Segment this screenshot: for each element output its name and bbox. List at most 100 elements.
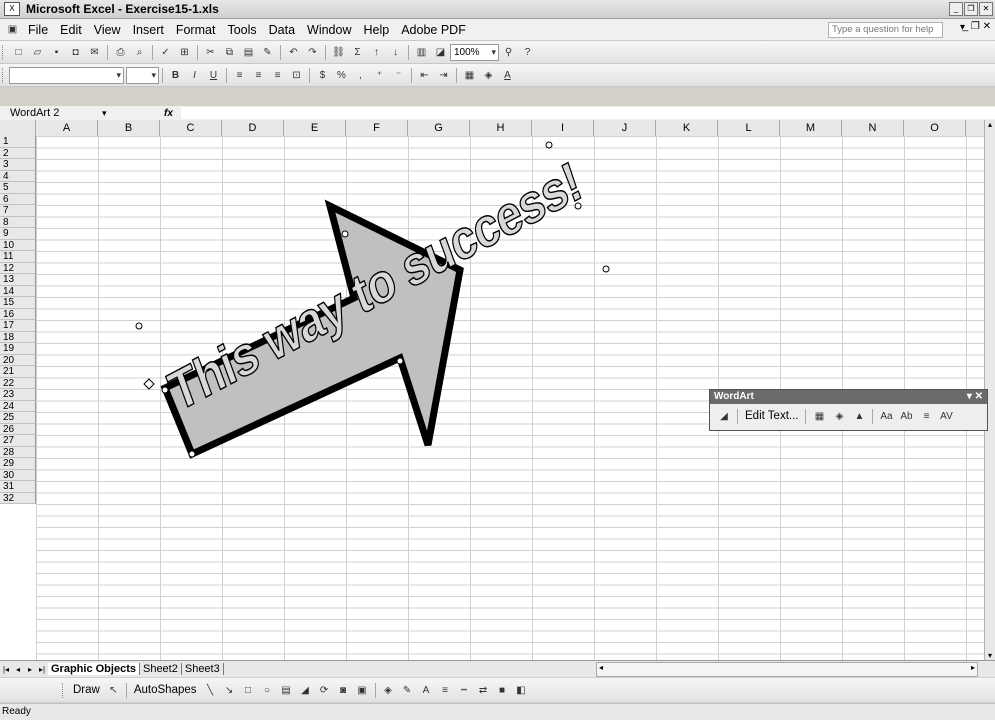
tab-sheet3[interactable]: Sheet3 xyxy=(182,663,224,675)
wordart-toolbar-title[interactable]: WordArt ▾ ✕ xyxy=(710,390,987,404)
arrow-style-icon[interactable]: ⇄ xyxy=(475,682,492,699)
scroll-down-icon[interactable]: ▾ xyxy=(985,651,995,660)
percent-icon[interactable]: % xyxy=(333,67,350,84)
underline-icon[interactable]: U xyxy=(205,67,222,84)
scroll-up-icon[interactable]: ▴ xyxy=(985,120,995,129)
chart-wizard-icon[interactable]: ▥ xyxy=(413,44,430,61)
first-sheet-icon[interactable]: |◂ xyxy=(0,665,12,674)
dash-style-icon[interactable]: ┅ xyxy=(456,682,473,699)
toolbar-options-close-icon[interactable]: ▾ ✕ xyxy=(967,390,983,404)
scroll-right-icon[interactable]: ▸ xyxy=(971,663,975,672)
workbook-icon[interactable]: ▣ xyxy=(4,21,21,38)
align-left-icon[interactable]: ≡ xyxy=(231,67,248,84)
workbook-window-controls[interactable]: _ ❐ ✕ xyxy=(963,21,991,32)
menu-file[interactable]: File xyxy=(22,23,54,37)
clip-art-icon[interactable]: ◙ xyxy=(335,682,352,699)
font-size-select[interactable] xyxy=(126,66,159,84)
menu-insert[interactable]: Insert xyxy=(127,23,170,37)
sort-ascending-icon[interactable]: ↑ xyxy=(368,44,385,61)
fill-color-icon[interactable]: ◈ xyxy=(380,682,397,699)
borders-icon[interactable]: ▦ xyxy=(461,67,478,84)
font-color-icon[interactable]: A xyxy=(499,67,516,84)
redo-icon[interactable]: ↷ xyxy=(304,44,321,61)
fill-color-icon[interactable]: ◈ xyxy=(480,67,497,84)
align-right-icon[interactable]: ≡ xyxy=(269,67,286,84)
font-name-select[interactable] xyxy=(9,66,124,84)
research-icon[interactable]: ⊞ xyxy=(176,44,193,61)
toolbar-grip[interactable] xyxy=(2,67,6,83)
menu-format[interactable]: Format xyxy=(170,23,222,37)
toolbar-grip[interactable] xyxy=(62,682,66,698)
line-style-icon[interactable]: ≡ xyxy=(437,682,454,699)
save-icon[interactable]: ▪ xyxy=(48,44,65,61)
line-color-icon[interactable]: ✎ xyxy=(399,682,416,699)
wordart-shape-icon[interactable]: ▲ xyxy=(850,408,868,425)
arrow-icon[interactable]: ↘ xyxy=(221,682,238,699)
select-objects-icon[interactable]: ↖ xyxy=(105,682,122,699)
print-icon[interactable]: ⎙ xyxy=(112,44,129,61)
insert-wordart-icon[interactable]: ◢ xyxy=(715,408,733,425)
italic-icon[interactable]: I xyxy=(186,67,203,84)
drawing-icon[interactable]: ◪ xyxy=(432,44,449,61)
oval-icon[interactable]: ○ xyxy=(259,682,276,699)
menu-adobe-pdf[interactable]: Adobe PDF xyxy=(395,23,472,37)
comma-icon[interactable]: , xyxy=(352,67,369,84)
autoshapes-menu-button[interactable]: AutoShapes xyxy=(130,684,201,696)
alignment-icon[interactable]: ≡ xyxy=(917,408,935,425)
email-icon[interactable]: ✉ xyxy=(86,44,103,61)
format-painter-icon[interactable]: ✎ xyxy=(259,44,276,61)
edit-text-button[interactable]: Edit Text... xyxy=(741,410,802,422)
character-spacing-icon[interactable]: AV xyxy=(937,408,955,425)
menu-edit[interactable]: Edit xyxy=(54,23,88,37)
currency-icon[interactable]: $ xyxy=(314,67,331,84)
open-icon[interactable]: ▱ xyxy=(29,44,46,61)
insert-function-icon[interactable]: fx xyxy=(164,108,173,119)
menu-window[interactable]: Window xyxy=(301,23,357,37)
wordart-gallery-icon[interactable]: ▦ xyxy=(810,408,828,425)
hyperlink-icon[interactable]: ⛓ xyxy=(330,44,347,61)
excel-app-icon[interactable]: X xyxy=(4,2,20,16)
zoom-select[interactable]: 100% xyxy=(450,43,499,61)
help-search-input[interactable]: Type a question for help xyxy=(828,22,943,38)
name-box[interactable]: WordArt 2 xyxy=(0,107,90,120)
insert-wordart-icon[interactable]: ◢ xyxy=(297,682,314,699)
tab-sheet2[interactable]: Sheet2 xyxy=(140,663,182,675)
cut-icon[interactable]: ✂ xyxy=(202,44,219,61)
minimize-icon[interactable]: _ xyxy=(949,2,963,16)
draw-menu-button[interactable]: Draw xyxy=(69,684,104,696)
copy-icon[interactable]: ⧉ xyxy=(221,44,238,61)
autosum-icon[interactable]: Σ xyxy=(349,44,366,61)
undo-icon[interactable]: ↶ xyxy=(285,44,302,61)
line-icon[interactable]: ╲ xyxy=(202,682,219,699)
permission-icon[interactable]: ◘ xyxy=(67,44,84,61)
horizontal-scrollbar[interactable]: ◂ ▸ xyxy=(596,662,978,677)
menu-tools[interactable]: Tools xyxy=(221,23,262,37)
decrease-indent-icon[interactable]: ⇤ xyxy=(416,67,433,84)
3d-icon[interactable]: ◧ xyxy=(513,682,530,699)
decrease-decimal-icon[interactable]: ⁻ xyxy=(390,67,407,84)
menu-help[interactable]: Help xyxy=(358,23,396,37)
scroll-left-icon[interactable]: ◂ xyxy=(599,663,603,672)
name-box-dropdown-icon[interactable]: ▾ xyxy=(102,108,122,119)
bold-icon[interactable]: B xyxy=(167,67,184,84)
increase-decimal-icon[interactable]: ⁺ xyxy=(371,67,388,84)
align-center-icon[interactable]: ≡ xyxy=(250,67,267,84)
increase-indent-icon[interactable]: ⇥ xyxy=(435,67,452,84)
same-letter-heights-icon[interactable]: Aa xyxy=(877,408,895,425)
print-preview-icon[interactable]: ⌕ xyxy=(131,44,148,61)
toolbar-grip[interactable] xyxy=(2,44,6,60)
paste-icon[interactable]: ▤ xyxy=(240,44,257,61)
share-icon[interactable]: ⚲ xyxy=(500,44,517,61)
rectangle-icon[interactable]: □ xyxy=(240,682,257,699)
prev-sheet-icon[interactable]: ◂ xyxy=(12,665,24,674)
menu-view[interactable]: View xyxy=(88,23,127,37)
help-icon[interactable]: ? xyxy=(519,44,536,61)
font-color-icon[interactable]: A xyxy=(418,682,435,699)
vertical-text-icon[interactable]: Ab xyxy=(897,408,915,425)
spelling-icon[interactable]: ✓ xyxy=(157,44,174,61)
sort-descending-icon[interactable]: ↓ xyxy=(387,44,404,61)
tab-graphic-objects[interactable]: Graphic Objects xyxy=(48,663,140,675)
menu-data[interactable]: Data xyxy=(263,23,301,37)
restore-icon[interactable]: ❐ xyxy=(964,2,978,16)
merge-center-icon[interactable]: ⊡ xyxy=(288,67,305,84)
